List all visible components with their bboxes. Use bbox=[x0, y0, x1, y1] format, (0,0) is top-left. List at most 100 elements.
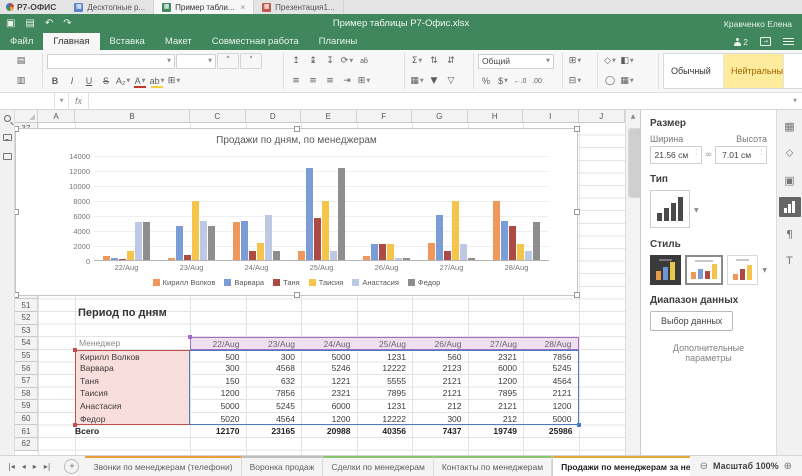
table-cell[interactable]: 1200 bbox=[301, 413, 357, 426]
menu-tab-4[interactable]: Макет bbox=[155, 33, 202, 50]
selection-handle[interactable] bbox=[15, 292, 19, 298]
format-as-table-button[interactable]: ▦▼ bbox=[619, 73, 635, 89]
comments-panel-icon[interactable] bbox=[3, 153, 12, 160]
shape-settings-icon[interactable]: ⬦ bbox=[779, 143, 801, 163]
table-cell[interactable]: Таня bbox=[75, 375, 190, 388]
image-settings-icon[interactable]: ▣ bbox=[779, 170, 801, 190]
height-input[interactable]: 7.01 см ˄˅ bbox=[715, 146, 767, 164]
table-cell[interactable]: 5020 bbox=[190, 413, 246, 426]
strikethrough-button[interactable]: S bbox=[98, 73, 114, 89]
col-header-H[interactable]: H bbox=[468, 110, 524, 123]
table-header-cell[interactable]: 26/Aug bbox=[412, 337, 468, 350]
row-header-53[interactable]: 53 bbox=[15, 325, 38, 338]
table-cell[interactable]: 5245 bbox=[523, 362, 579, 375]
table-cell[interactable]: 150 bbox=[190, 375, 246, 388]
col-header-G[interactable]: G bbox=[412, 110, 468, 123]
table-total-cell[interactable]: 23165 bbox=[246, 425, 302, 438]
clear-button[interactable]: ◇▼ bbox=[602, 53, 618, 69]
table-cell[interactable]: 7895 bbox=[468, 387, 524, 400]
col-header-E[interactable]: E bbox=[301, 110, 357, 123]
table-cell[interactable]: 7895 bbox=[357, 387, 413, 400]
select-all-button[interactable]: ◯ bbox=[602, 73, 618, 89]
table-cell[interactable]: 2121 bbox=[412, 387, 468, 400]
select-all-corner[interactable] bbox=[15, 110, 38, 123]
col-header-C[interactable]: C bbox=[190, 110, 246, 123]
chart-object[interactable]: Продажи по дням, по менеджерам 020004000… bbox=[15, 128, 578, 296]
table-cell[interactable]: 5000 bbox=[190, 400, 246, 413]
table-header-cell[interactable]: 28/Aug bbox=[523, 337, 579, 350]
table-cell[interactable]: 12222 bbox=[357, 413, 413, 426]
sort-descending-button[interactable]: ⇵ bbox=[443, 53, 459, 69]
search-icon[interactable] bbox=[4, 115, 11, 122]
sort-ascending-button[interactable]: ⇅ bbox=[426, 53, 442, 69]
table-header-cell[interactable]: 23/Aug bbox=[246, 337, 302, 350]
selection-handle[interactable] bbox=[294, 292, 300, 298]
chart-style-thumb-selected[interactable] bbox=[685, 255, 723, 285]
menu-tab-1[interactable]: Файл bbox=[0, 33, 43, 50]
undo-button[interactable]: ↶ bbox=[45, 18, 53, 29]
named-ranges-button[interactable]: ▦▼ bbox=[409, 73, 425, 89]
sheet-tab-2[interactable]: Воронка продаж bbox=[242, 456, 324, 476]
cell-style-2[interactable]: Нейтральный bbox=[724, 54, 784, 88]
row-header-55[interactable]: 55 bbox=[15, 350, 38, 363]
col-header-D[interactable]: D bbox=[246, 110, 302, 123]
scroll-up-arrow[interactable]: ▲ bbox=[626, 110, 640, 123]
align-bottom-button[interactable]: ↧ bbox=[322, 53, 338, 69]
filter-button[interactable]: ▼ bbox=[426, 73, 442, 89]
table-cell[interactable]: 4564 bbox=[523, 375, 579, 388]
table-cell[interactable]: 7856 bbox=[246, 387, 302, 400]
table-cell[interactable]: 212 bbox=[468, 413, 524, 426]
name-box-dropdown[interactable]: ▼ bbox=[55, 93, 69, 109]
col-header-A[interactable]: A bbox=[38, 110, 75, 123]
merge-cells-button[interactable]: ⊞▼ bbox=[356, 73, 372, 89]
open-file-location-button[interactable]: → bbox=[760, 37, 771, 46]
autosum-button[interactable]: Σ▼ bbox=[409, 53, 425, 69]
cell-settings-icon[interactable]: ▦ bbox=[779, 116, 801, 136]
cell-style-3[interactable] bbox=[784, 54, 802, 88]
increase-decimal-button[interactable]: .00 bbox=[529, 73, 545, 89]
chart-style-thumb-3[interactable] bbox=[727, 255, 758, 285]
bold-button[interactable]: B bbox=[47, 73, 63, 89]
table-header-cell[interactable]: 22/Aug bbox=[190, 337, 246, 350]
table-header-cell[interactable]: 25/Aug bbox=[357, 337, 413, 350]
row-header-58[interactable]: 58 bbox=[15, 388, 38, 401]
row-header-52[interactable]: 52 bbox=[15, 312, 38, 325]
add-sheet-button[interactable]: + bbox=[64, 459, 79, 474]
row-header-60[interactable]: 60 bbox=[15, 413, 38, 426]
print-button[interactable]: ▤ bbox=[25, 18, 34, 29]
name-box[interactable] bbox=[0, 93, 55, 109]
doc-tab-sheet[interactable]: ▦Пример табли...× bbox=[154, 0, 254, 14]
col-header-J[interactable]: J bbox=[579, 110, 626, 123]
font-name-combo[interactable]: ▼ bbox=[47, 54, 175, 69]
table-cell[interactable]: 5555 bbox=[357, 375, 413, 388]
font-color-button[interactable]: A▼ bbox=[132, 73, 148, 89]
paragraph-settings-icon[interactable]: ¶ bbox=[779, 224, 801, 244]
table-total-cell[interactable]: 19749 bbox=[468, 425, 524, 438]
doc-tab-slides[interactable]: ▦Презентация1... bbox=[254, 0, 343, 14]
menu-tab-3[interactable]: Вставка bbox=[100, 33, 155, 50]
advanced-settings-link[interactable]: Дополнительные параметры bbox=[650, 343, 767, 363]
paste-button[interactable]: ▤ bbox=[13, 53, 29, 69]
decrease-decimal-button[interactable]: ←.0 bbox=[512, 73, 528, 89]
row-header-51[interactable]: 51 bbox=[15, 299, 38, 312]
sheet-tab-5[interactable]: Продажи по менеджерам за неделю bbox=[552, 456, 689, 476]
table-cell[interactable]: Кирилл Волков bbox=[75, 350, 190, 363]
zoom-out-button[interactable]: ⊖ bbox=[700, 461, 708, 472]
collaborators-button[interactable]: 2 bbox=[734, 37, 748, 47]
table-cell[interactable]: 5245 bbox=[246, 400, 302, 413]
table-cell[interactable]: 300 bbox=[412, 413, 468, 426]
row-header-62[interactable]: 62 bbox=[15, 438, 38, 451]
table-cell[interactable]: 500 bbox=[190, 350, 246, 363]
highlight-color-button[interactable]: ab▼ bbox=[149, 73, 165, 89]
width-input[interactable]: 21.56 см ˄˅ bbox=[650, 146, 702, 164]
chart-settings-icon[interactable] bbox=[779, 197, 801, 217]
selection-handle[interactable] bbox=[294, 126, 300, 132]
selection-handle[interactable] bbox=[574, 292, 580, 298]
save-button[interactable]: ▣ bbox=[6, 18, 15, 29]
table-cell[interactable]: 1231 bbox=[357, 400, 413, 413]
close-tab-icon[interactable]: × bbox=[240, 3, 245, 12]
number-format-combo[interactable]: Общий▼ bbox=[478, 54, 554, 69]
delete-cells-button[interactable]: ⊟▼ bbox=[567, 73, 583, 89]
table-cell[interactable]: 300 bbox=[246, 350, 302, 363]
expand-formula-bar-button[interactable]: ▼ bbox=[788, 93, 802, 109]
